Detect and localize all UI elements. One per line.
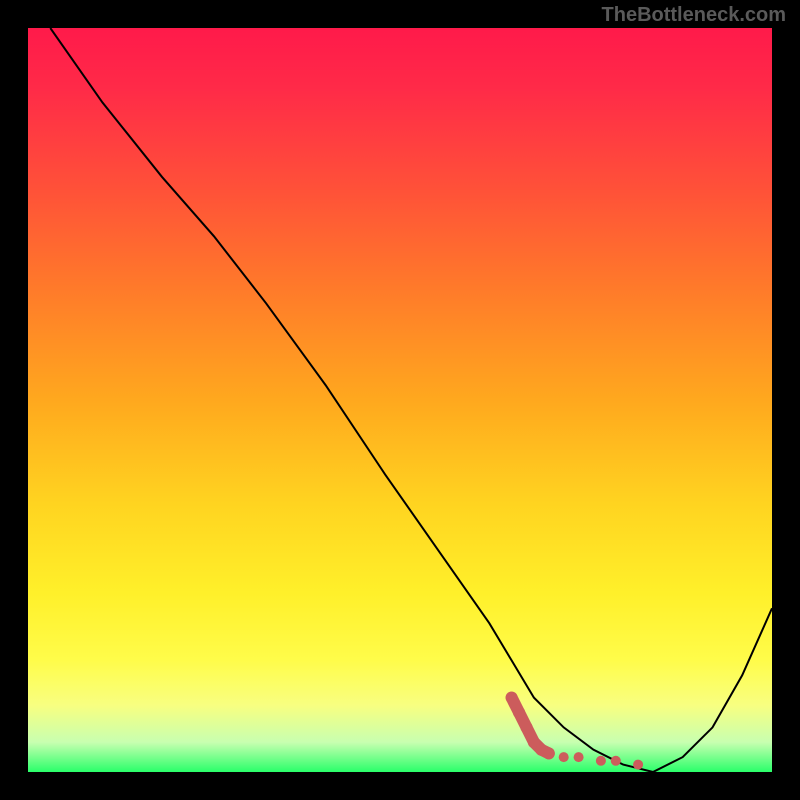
gpu-marker [521, 721, 533, 733]
gpu-marker [611, 756, 621, 766]
chart-svg [28, 28, 772, 772]
gpu-marker [574, 752, 584, 762]
gpu-marker [596, 756, 606, 766]
gpu-marker [633, 760, 643, 770]
gpu-marker [543, 747, 555, 759]
watermark-text: TheBottleneck.com [602, 4, 786, 27]
gpu-marker [513, 707, 525, 719]
plot-area [28, 28, 772, 772]
gpu-marker [559, 752, 569, 762]
gpu-marker [506, 692, 518, 704]
candidate-gpu-markers [506, 692, 643, 770]
bottleneck-curve [50, 28, 772, 772]
